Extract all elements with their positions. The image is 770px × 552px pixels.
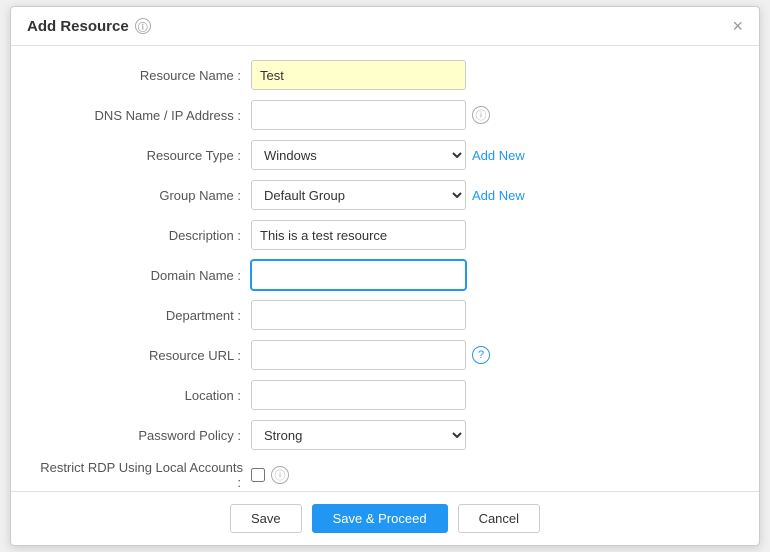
description-input[interactable]: [251, 220, 466, 250]
resource-url-control: ?: [251, 340, 739, 370]
dns-name-row: DNS Name / IP Address : ⓘ: [31, 100, 739, 130]
description-row: Description :: [31, 220, 739, 250]
resource-type-row: Resource Type : Windows Linux Mac Add Ne…: [31, 140, 739, 170]
domain-name-label: Domain Name :: [31, 268, 251, 283]
domain-name-control: [251, 260, 739, 290]
resource-type-control: Windows Linux Mac Add New: [251, 140, 739, 170]
group-name-select[interactable]: Default Group: [251, 180, 466, 210]
restrict-rdp-control: ⓘ: [251, 466, 739, 484]
dns-name-input[interactable]: [251, 100, 466, 130]
dialog-footer: Save Save & Proceed Cancel: [11, 491, 759, 545]
save-proceed-button[interactable]: Save & Proceed: [312, 504, 448, 533]
group-name-row: Group Name : Default Group Add New: [31, 180, 739, 210]
restrict-rdp-row: Restrict RDP Using Local Accounts : ⓘ: [31, 460, 739, 490]
resource-url-input[interactable]: [251, 340, 466, 370]
resource-name-label: Resource Name :: [31, 68, 251, 83]
dns-name-label: DNS Name / IP Address :: [31, 108, 251, 123]
restrict-rdp-info-icon[interactable]: ⓘ: [271, 466, 289, 484]
group-name-label: Group Name :: [31, 188, 251, 203]
restrict-rdp-label: Restrict RDP Using Local Accounts :: [31, 460, 251, 490]
dns-name-control: ⓘ: [251, 100, 739, 130]
location-label: Location :: [31, 388, 251, 403]
resource-type-add-new[interactable]: Add New: [472, 148, 525, 163]
resource-type-select[interactable]: Windows Linux Mac: [251, 140, 466, 170]
group-name-control: Default Group Add New: [251, 180, 739, 210]
location-row: Location :: [31, 380, 739, 410]
title-text: Add Resource: [27, 18, 129, 35]
department-input[interactable]: [251, 300, 466, 330]
dns-info-icon[interactable]: ⓘ: [472, 106, 490, 124]
resource-type-label: Resource Type :: [31, 148, 251, 163]
cancel-button[interactable]: Cancel: [458, 504, 540, 533]
password-policy-select[interactable]: Strong Medium Weak: [251, 420, 466, 450]
resource-name-control: [251, 60, 739, 90]
location-control: [251, 380, 739, 410]
password-policy-label: Password Policy :: [31, 428, 251, 443]
domain-name-input[interactable]: [251, 260, 466, 290]
close-button[interactable]: ×: [732, 17, 743, 35]
location-input[interactable]: [251, 380, 466, 410]
dialog-header: Add Resource ⓘ ×: [11, 7, 759, 46]
password-policy-control: Strong Medium Weak: [251, 420, 739, 450]
resource-url-info-icon[interactable]: ?: [472, 346, 490, 364]
department-label: Department :: [31, 308, 251, 323]
password-policy-row: Password Policy : Strong Medium Weak: [31, 420, 739, 450]
description-label: Description :: [31, 228, 251, 243]
resource-name-input[interactable]: [251, 60, 466, 90]
resource-url-row: Resource URL : ?: [31, 340, 739, 370]
domain-name-row: Domain Name :: [31, 260, 739, 290]
save-button[interactable]: Save: [230, 504, 302, 533]
department-row: Department :: [31, 300, 739, 330]
add-resource-dialog: Add Resource ⓘ × Resource Name : DNS Nam…: [10, 6, 760, 546]
title-info-icon[interactable]: ⓘ: [135, 18, 151, 34]
group-name-add-new[interactable]: Add New: [472, 188, 525, 203]
resource-url-label: Resource URL :: [31, 348, 251, 363]
department-control: [251, 300, 739, 330]
dialog-body: Resource Name : DNS Name / IP Address : …: [11, 46, 759, 491]
resource-name-row: Resource Name :: [31, 60, 739, 90]
description-control: [251, 220, 739, 250]
dialog-title: Add Resource ⓘ: [27, 18, 151, 35]
restrict-rdp-checkbox[interactable]: [251, 468, 265, 482]
